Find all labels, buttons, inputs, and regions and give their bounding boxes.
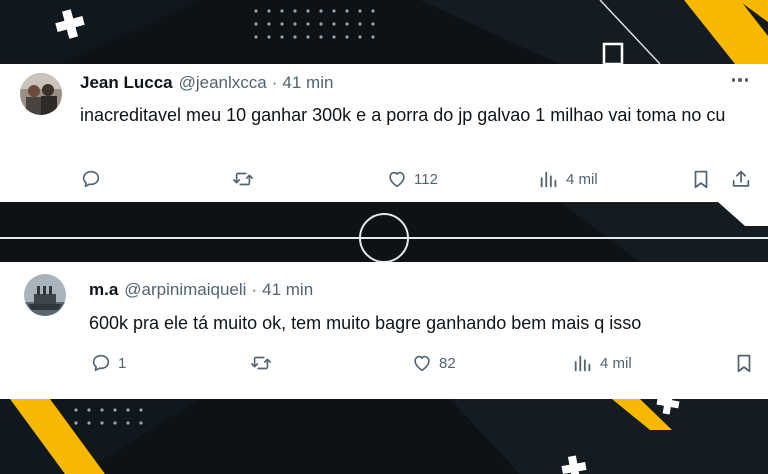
views-button[interactable]: 4 mil xyxy=(538,168,598,190)
tweet-header: Jean Lucca @jeanlxcca · 41 min xyxy=(80,73,333,93)
separator: · xyxy=(251,280,258,299)
views-icon xyxy=(574,355,591,372)
like-button[interactable]: 82 xyxy=(411,352,456,374)
avatar[interactable] xyxy=(20,73,62,115)
like-button[interactable]: 112 xyxy=(386,168,438,190)
user-handle[interactable]: @jeanlxcca xyxy=(179,73,267,93)
retweet-icon xyxy=(233,172,253,186)
share-button[interactable] xyxy=(730,168,752,190)
reply-count: 1 xyxy=(118,354,127,372)
retweet-icon xyxy=(251,356,271,370)
avatar[interactable] xyxy=(24,274,66,316)
tweet-card[interactable]: Jean Lucca @jeanlxcca · 41 min inacredit… xyxy=(0,64,768,202)
view-count: 4 mil xyxy=(600,354,632,372)
retweet-button[interactable] xyxy=(250,352,278,374)
like-count: 82 xyxy=(439,354,456,372)
tweet-card[interactable]: m.a @arpinimaiqueli · 41 min 600k pra el… xyxy=(0,262,768,399)
timestamp[interactable]: 41 min xyxy=(262,280,313,300)
views-button[interactable]: 4 mil xyxy=(572,352,632,374)
views-icon xyxy=(540,171,557,188)
heart-icon xyxy=(414,355,430,372)
like-count: 112 xyxy=(414,170,438,188)
heart-icon xyxy=(389,171,405,188)
view-count: 4 mil xyxy=(566,170,598,188)
reply-button[interactable] xyxy=(80,168,108,190)
more-icon[interactable] xyxy=(731,72,748,88)
retweet-button[interactable] xyxy=(232,168,260,190)
reply-button[interactable]: 1 xyxy=(90,352,126,374)
tweet-header: m.a @arpinimaiqueli · 41 min xyxy=(89,280,313,300)
bookmark-button[interactable] xyxy=(690,168,712,190)
share-icon xyxy=(732,170,750,187)
tweet-text: 600k pra ele tá muito ok, tem muito bagr… xyxy=(89,313,642,333)
reply-icon xyxy=(92,354,110,372)
display-name[interactable]: Jean Lucca xyxy=(80,73,173,93)
bookmark-icon xyxy=(694,170,708,189)
bookmark-button[interactable] xyxy=(733,352,755,374)
user-handle[interactable]: @arpinimaiqueli xyxy=(124,280,246,300)
separator: · xyxy=(271,73,278,92)
reply-icon xyxy=(82,170,100,188)
bookmark-icon xyxy=(737,354,751,373)
timestamp[interactable]: 41 min xyxy=(282,73,333,93)
tweet-text: inacreditavel meu 10 ganhar 300k e a por… xyxy=(80,105,726,125)
display-name[interactable]: m.a xyxy=(89,280,118,300)
